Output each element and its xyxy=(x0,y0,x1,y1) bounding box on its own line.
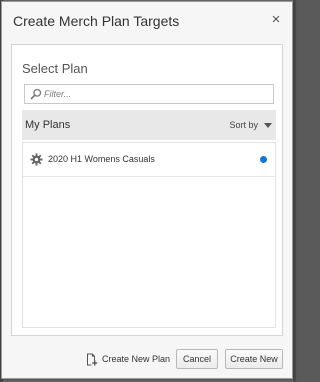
my-plans-header: My Plans Sort by xyxy=(22,110,276,140)
create-new-plan-label: Create New Plan xyxy=(102,354,171,364)
cancel-button[interactable]: Cancel xyxy=(176,349,218,369)
plan-list-item[interactable]: 2020 H1 Womens Casuals xyxy=(23,143,275,177)
new-document-icon xyxy=(87,353,98,365)
sort-by-button[interactable]: Sort by xyxy=(229,118,272,132)
gear-icon xyxy=(30,153,43,166)
dialog-header: Create Merch Plan Targets × xyxy=(2,2,292,42)
create-merch-plan-targets-dialog: Create Merch Plan Targets × Select Plan … xyxy=(1,1,293,379)
search-icon xyxy=(30,88,42,100)
filter-input[interactable] xyxy=(44,86,270,102)
filter-field[interactable] xyxy=(24,84,274,104)
dialog-title: Create Merch Plan Targets xyxy=(13,13,180,29)
select-plan-panel: Select Plan My Plans Sort by xyxy=(11,44,283,336)
section-title: Select Plan xyxy=(22,61,88,76)
close-icon: × xyxy=(271,11,281,28)
sort-by-label: Sort by xyxy=(229,120,258,130)
plan-name: 2020 H1 Womens Casuals xyxy=(48,154,155,164)
my-plans-title: My Plans xyxy=(25,119,71,131)
plan-status-dot xyxy=(260,156,267,163)
plan-list: 2020 H1 Womens Casuals xyxy=(22,142,276,328)
create-new-plan-button[interactable]: Create New Plan xyxy=(86,350,170,368)
backdrop-right-edge xyxy=(293,0,296,382)
close-button[interactable]: × xyxy=(269,12,283,28)
caret-down-icon xyxy=(264,122,272,128)
dialog-footer: Create New Plan Cancel Create New xyxy=(2,338,292,378)
create-new-button[interactable]: Create New xyxy=(225,349,283,369)
